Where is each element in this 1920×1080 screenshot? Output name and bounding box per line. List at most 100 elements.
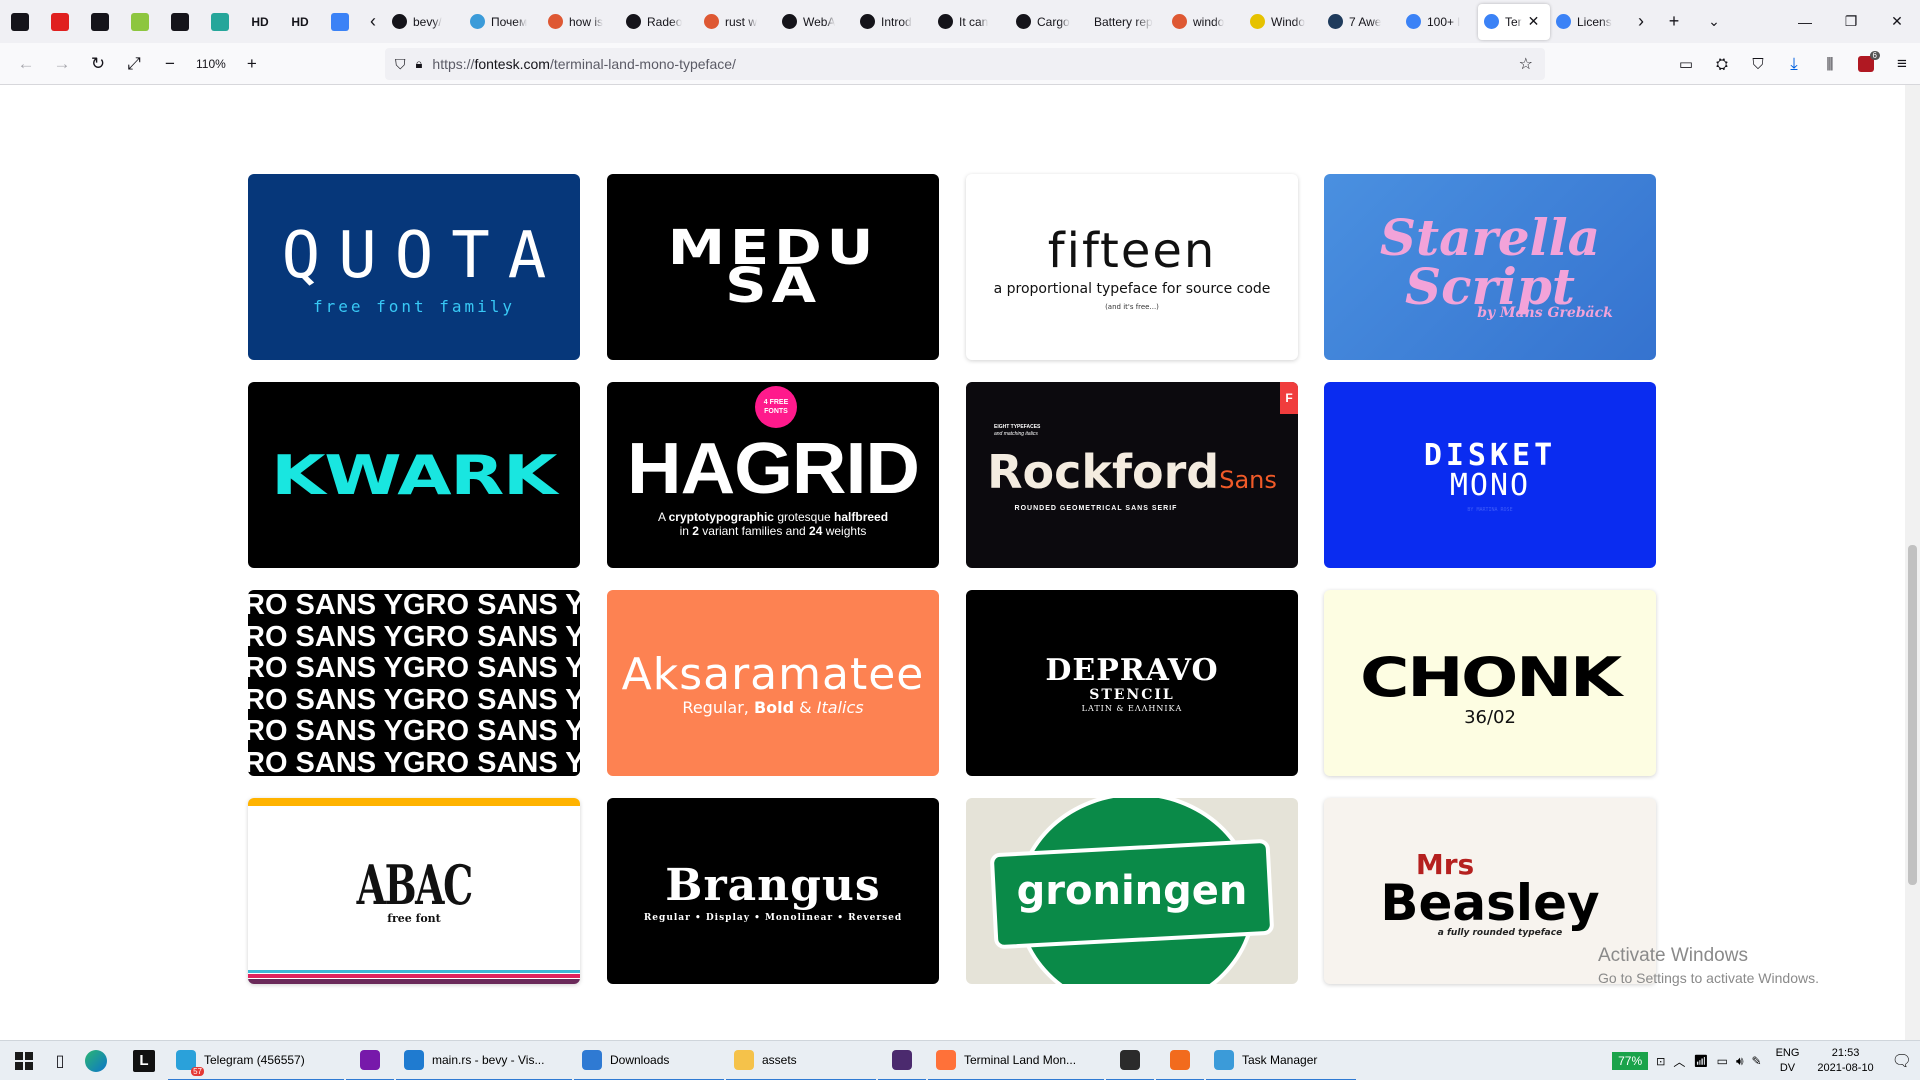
font-card-medusa[interactable]: MEDUSA [607,174,939,360]
chart-icon [211,12,229,31]
volume-icon[interactable]: 🔊︎ [1736,1054,1744,1069]
battery-icon[interactable]: ▭ [1717,1054,1728,1068]
pinned-tab[interactable]: HD [240,0,280,43]
taskbar-app[interactable] [1156,1041,1204,1080]
font-card-rockford[interactable]: F EIGHT TYPEFACES and matching italics R… [966,382,1298,568]
address-bar[interactable]: ⛉ 🔒︎ https://fontesk.com/terminal-land-m… [385,48,1545,80]
tab[interactable]: windo [1166,0,1244,43]
task-view-button[interactable]: ▯ [48,1041,72,1080]
tab[interactable]: WebA [776,0,854,43]
restore-button[interactable]: ❐ [1828,0,1874,43]
list-all-tabs-button[interactable]: ⌄ [1694,0,1734,43]
tab[interactable]: Cargo [1010,0,1088,43]
font-card-hagrid[interactable]: 4 FREE FONTS HAGRID A cryptotypographic … [607,382,939,568]
pinned-tab[interactable]: HD [280,0,320,43]
taskbar-app[interactable]: Terminal Land Mon... [928,1041,1104,1080]
tab[interactable]: Windo [1244,0,1322,43]
l-app-icon[interactable]: L [120,1041,168,1080]
close-window-button[interactable]: ✕ [1874,0,1920,43]
taskbar-app[interactable]: main.rs - bevy - Vis... [396,1041,572,1080]
tab-active[interactable]: Ter ✕ [1478,3,1550,40]
zoom-in-button[interactable]: + [234,48,270,80]
collections-icon[interactable]: ⛭ [1704,48,1740,80]
pinned-tab[interactable] [160,0,200,43]
tab[interactable]: 7 Awe [1322,0,1400,43]
pinned-tab[interactable] [200,0,240,43]
notifications-icon[interactable]: 🗨︎ [1892,1051,1912,1071]
tab[interactable]: bevy/ [386,0,464,43]
close-tab-icon[interactable]: ✕ [1528,13,1540,30]
menu-hamburger-icon[interactable]: ≡ [1884,48,1920,80]
forward-button[interactable]: → [44,48,80,80]
show-hidden-icons[interactable]: ︿ [1673,1053,1685,1070]
scroll-tabs-right-button[interactable]: › [1628,0,1654,43]
font-card-groningen[interactable]: groningen [966,798,1298,984]
notebook-icon [1016,14,1031,29]
pocket-icon[interactable]: ⛉ [1740,48,1776,80]
new-tab-button[interactable]: + [1654,0,1694,43]
language-indicator[interactable]: ENG DV [1776,1046,1800,1076]
zoom-out-button[interactable]: − [152,48,188,80]
tab[interactable]: Licens [1550,0,1628,43]
page-content: QUOTA free font family MEDUSA fifteen a … [0,85,1905,1040]
taskbar-app[interactable] [346,1041,394,1080]
library-icon[interactable]: ⫼ [1812,48,1848,80]
font-card-chonk[interactable]: CHONK 36/02 [1324,590,1656,776]
font-card-disket[interactable]: DISKET MONO BY MARTINA ROSE [1324,382,1656,568]
pen-icon[interactable]: ✎ [1752,1054,1762,1068]
font-card-ygro[interactable]: RO SANS YGRO SANS YG RO SANS YGRO SANS Y… [248,590,580,776]
network-icon[interactable]: 📶︎ [1693,1054,1708,1068]
fullscreen-button[interactable]: ⤢ [116,48,152,80]
font-card-abac[interactable]: ABAC free font [248,798,580,984]
taskbar-app[interactable]: assets [726,1041,876,1080]
tab[interactable]: Почем [464,0,542,43]
font-card-depravo[interactable]: DEPRAVO STENCIL LATIN & ΕΛΛΗΝΙΚΑ [966,590,1298,776]
battery-percent[interactable]: 77% [1612,1052,1649,1070]
taskbar-app[interactable]: 57 Telegram (456557) [168,1041,344,1080]
card-title: Brangus [665,859,881,911]
edge-icon[interactable] [72,1041,120,1080]
tab-list: bevy/Почем how is Radeo rust w WebA Introd It … [386,0,1628,43]
tab[interactable]: 100+ l [1400,0,1478,43]
scrollbar-thumb[interactable] [1908,545,1917,885]
lock-icon[interactable]: 🔒︎ [416,56,423,72]
sidebar-icon[interactable]: ▭ [1668,48,1704,80]
tab-title: Почем [491,14,528,29]
taskbar-app[interactable]: Downloads [574,1041,724,1080]
pinned-tab[interactable] [80,0,120,43]
pinned-tab[interactable] [0,0,40,43]
font-card-aksaramatee[interactable]: Aksaramatee Regular, Bold & Italics [607,590,939,776]
font-card-quota[interactable]: QUOTA free font family [248,174,580,360]
url-text[interactable]: https://fontesk.com/terminal-land-mono-t… [432,56,736,72]
pinned-tab[interactable] [320,0,360,43]
font-card-brangus[interactable]: Brangus Regular • Display • Monolinear •… [607,798,939,984]
font-card-starella[interactable]: Starella Script by Mans Grebäck [1324,174,1656,360]
back-button[interactable]: ← [8,48,44,80]
tray-app-icon[interactable]: ⊡ [1656,1055,1665,1068]
tab[interactable]: rust w [698,0,776,43]
tab[interactable]: Battery rep [1088,0,1166,43]
start-button[interactable] [0,1041,48,1080]
reload-button[interactable]: ↻ [80,48,116,80]
tab[interactable]: how is [542,0,620,43]
tab[interactable]: It can [932,0,1010,43]
pinned-tab[interactable] [120,0,160,43]
tab[interactable]: Introd [854,0,932,43]
pinned-tab[interactable] [40,0,80,43]
taskbar-app[interactable]: Task Manager [1206,1041,1356,1080]
minimize-button[interactable]: — [1782,0,1828,43]
font-card-kwark[interactable]: KWARK [248,382,580,568]
scroll-tabs-left-button[interactable]: ‹ [360,0,386,43]
bookmark-star-icon[interactable]: ☆ [1519,54,1533,74]
taskbar-app[interactable] [1106,1041,1154,1080]
free-fonts-badge: 4 FREE FONTS [755,386,797,428]
font-card-fifteen[interactable]: fifteen a proportional typeface for sour… [966,174,1298,360]
taskbar-app[interactable] [878,1041,926,1080]
downloads-icon[interactable]: ⤓ [1776,48,1812,80]
page-scrollbar[interactable] [1905,85,1920,1040]
shield-icon[interactable]: ⛉ [395,56,406,73]
clock[interactable]: 21:53 2021-08-10 [1817,1046,1873,1076]
tab[interactable]: Radeo [620,0,698,43]
zoom-level[interactable]: 110% [188,57,234,71]
extension-icon[interactable]: 6 [1848,48,1884,80]
